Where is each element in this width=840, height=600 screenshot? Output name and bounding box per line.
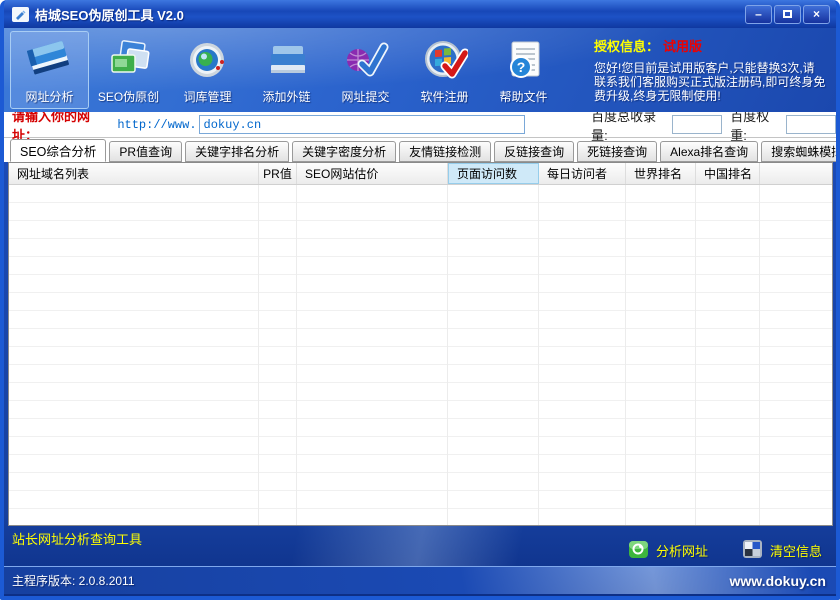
toolbar-label: 词库管理 (183, 88, 231, 105)
footer-area: 站长网址分析查询工具 分析网址 清空信息 (4, 526, 836, 566)
tab-dead-links[interactable]: 死链接查询 (577, 141, 657, 162)
toolbar-button-add-links[interactable]: 添加外链 (247, 31, 326, 109)
minimize-icon: – (755, 8, 762, 20)
toolbar-button-url-submit[interactable]: 网址提交 (326, 31, 405, 109)
pencil-app-icon (12, 7, 29, 22)
lens-icon (185, 36, 231, 86)
column-header-pr[interactable]: PR值 (259, 163, 297, 184)
baidu-weight-input[interactable] (786, 115, 836, 134)
url-input[interactable] (199, 115, 526, 134)
toolbar-label: 添加外链 (262, 88, 310, 105)
toolbar-button-register[interactable]: 软件注册 (405, 31, 484, 109)
minimize-button[interactable]: – (745, 5, 772, 24)
svg-text:?: ? (516, 59, 525, 75)
tab-keyword-rank[interactable]: 关键字排名分析 (185, 141, 289, 162)
maximize-icon (783, 10, 792, 18)
toolbar-label: 网址提交 (341, 88, 389, 105)
tab-keyword-density[interactable]: 关键字密度分析 (292, 141, 396, 162)
book-icon (27, 36, 73, 86)
tab-alexa-rank[interactable]: Alexa排名查询 (660, 141, 758, 162)
results-table: 网址域名列表 PR值 SEO网站估价 页面访问数 每日访问者 世界排名 中国排名 (8, 162, 833, 526)
help-file-icon: ? (501, 36, 547, 86)
toolbar-label: 软件注册 (420, 88, 468, 105)
site-url-text: www.dokuy.cn (730, 573, 826, 589)
toolbar-label: 帮助文件 (499, 88, 547, 105)
column-header-seo-value[interactable]: SEO网站估价 (297, 163, 448, 184)
tool-subtitle: 站长网址分析查询工具 (12, 529, 142, 548)
app-window: 桔城SEO伪原创工具 V2.0 – × 网址分析 SEO伪原创 词库管理 (0, 0, 840, 600)
tab-pr-query[interactable]: PR值查询 (109, 141, 182, 162)
analyze-button-label: 分析网址 (656, 541, 708, 560)
toolbar-button-dictionary[interactable]: 词库管理 (168, 31, 247, 109)
maximize-button[interactable] (774, 5, 801, 24)
version-text: 主程序版本: 2.0.8.2011 (12, 572, 135, 589)
toolbar-button-url-analyze[interactable]: 网址分析 (10, 31, 89, 109)
toolbar-label: 网址分析 (25, 88, 73, 105)
url-bar: 请输入你的网址： http://www. 百度总收录量: 百度权重: (4, 112, 836, 138)
clear-button-label: 清空信息 (770, 541, 822, 560)
tab-seo-overview[interactable]: SEO综合分析 (10, 139, 106, 162)
toolbar-button-help[interactable]: ? 帮助文件 (484, 31, 563, 109)
toolbar-button-seo-rewrite[interactable]: SEO伪原创 (89, 31, 168, 109)
analyze-url-button[interactable]: 分析网址 (628, 538, 708, 563)
column-header-china-rank[interactable]: 中国排名 (696, 163, 760, 184)
clear-icon (742, 538, 764, 563)
windows-check-icon (422, 36, 468, 86)
main-toolbar: 网址分析 SEO伪原创 词库管理 添加外链 网址提交 (4, 28, 836, 112)
url-prefix: http://www. (117, 118, 196, 132)
column-header-world-rank[interactable]: 世界排名 (626, 163, 696, 184)
table-header-row: 网址域名列表 PR值 SEO网站估价 页面访问数 每日访问者 世界排名 中国排名 (9, 163, 832, 185)
table-body-empty (9, 185, 832, 525)
box-icon (264, 36, 310, 86)
close-button[interactable]: × (803, 5, 830, 24)
tab-strip: SEO综合分析 PR值查询 关键字排名分析 关键字密度分析 友情链接检测 反链接… (4, 138, 836, 162)
tab-spider-sim[interactable]: 搜索蜘蛛模拟 (761, 141, 840, 162)
copy-pages-icon (106, 36, 152, 86)
license-body-text: 您好!您目前是试用版客户,只能替换3次,请联系我们客服购买正式版注册码,即可终身… (594, 61, 826, 103)
license-label: 授权信息： (594, 39, 659, 54)
globe-check-icon (343, 36, 389, 86)
license-status: 试用版 (663, 39, 702, 54)
title-bar: 桔城SEO伪原创工具 V2.0 – × (4, 0, 836, 28)
toolbar-label: SEO伪原创 (98, 88, 159, 105)
analyze-icon (628, 538, 650, 563)
column-header-empty (760, 163, 832, 184)
clear-info-button[interactable]: 清空信息 (742, 538, 822, 563)
status-bar: 主程序版本: 2.0.8.2011 www.dokuy.cn (4, 566, 836, 594)
column-header-domain-list[interactable]: 网址域名列表 (9, 163, 259, 184)
close-icon: × (813, 8, 820, 20)
license-panel: 授权信息： 试用版 您好!您目前是试用版客户,只能替换3次,请联系我们客服购买正式… (594, 36, 826, 103)
tab-backlinks[interactable]: 反链接查询 (494, 141, 574, 162)
column-header-pageviews[interactable]: 页面访问数 (448, 163, 539, 184)
tab-friend-links[interactable]: 友情链接检测 (399, 141, 491, 162)
column-header-daily-visitors[interactable]: 每日访问者 (539, 163, 626, 184)
window-title: 桔城SEO伪原创工具 V2.0 (35, 5, 745, 24)
baidu-index-input[interactable] (672, 115, 722, 134)
